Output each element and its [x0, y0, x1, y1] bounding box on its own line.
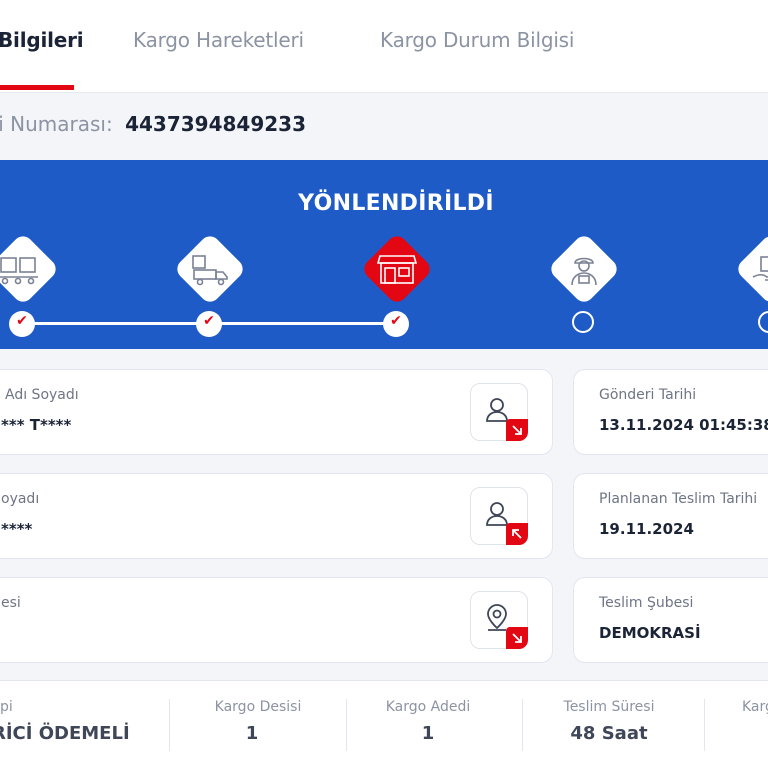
- stat-payment-type-value: RİCİ ÖDEMELİ: [0, 723, 130, 744]
- tab-cargo-status[interactable]: Kargo Durum Bilgisi: [380, 28, 574, 52]
- receiver-value: ****: [1, 520, 33, 538]
- step-3-check-icon: ✔: [383, 311, 409, 337]
- tab-bar: Bilgileri Kargo Hareketleri Kargo Durum …: [0, 0, 768, 93]
- stat-extra-label: Karg: [742, 699, 768, 715]
- sender-card: Adı Soyadı *** T****: [0, 369, 553, 455]
- stat-count-value: 1: [421, 723, 435, 744]
- step-5-pending-circle: [758, 311, 768, 333]
- branch-store-icon: [377, 255, 417, 284]
- status-title: YÖNLENDİRİLDİ: [298, 191, 494, 216]
- step-2-check-icon: ✔: [196, 311, 222, 337]
- sender-detail-button[interactable]: [470, 383, 528, 441]
- ship-date-card: Gönderi Tarihi 13.11.2024 01:45:38: [573, 369, 768, 455]
- step-1-check-icon: ✔: [9, 311, 35, 337]
- receiver-label: oyadı: [1, 491, 40, 507]
- ship-date-label: Gönderi Tarihi: [599, 387, 697, 403]
- tracking-number-value: 4437394849233: [125, 112, 306, 136]
- planned-date-card: Planlanan Teslim Tarihi 19.11.2024: [573, 473, 768, 559]
- sender-value: *** T****: [1, 416, 72, 434]
- boxes-conveyor-icon: [0, 257, 38, 285]
- arrow-down-right-icon: [506, 627, 528, 649]
- branch-location-button[interactable]: [470, 591, 528, 649]
- stat-desi-value: 1: [245, 723, 259, 744]
- progress-line-1: [22, 322, 209, 325]
- status-banner: YÖNLENDİRİLDİ ✔ ✔ ✔: [0, 160, 768, 349]
- planned-date-label: Planlanan Teslim Tarihi: [599, 491, 758, 507]
- tab-info[interactable]: Bilgileri: [0, 28, 84, 52]
- stat-delivery-time-value: 48 Saat: [570, 723, 648, 744]
- delivery-truck-icon: [192, 255, 228, 286]
- receiver-card: oyadı ****: [0, 473, 553, 559]
- hand-package-icon: [752, 256, 768, 281]
- step-4-pending-circle: [572, 311, 594, 333]
- tab-cargo-movements[interactable]: Kargo Hareketleri: [133, 28, 304, 52]
- delivery-branch-value: DEMOKRASİ: [599, 624, 701, 642]
- tracking-number-label: ri Numarası:: [0, 112, 113, 136]
- stat-desi-label: Kargo Desisi: [214, 699, 302, 715]
- branch-label: esi: [1, 595, 21, 611]
- planned-date-value: 19.11.2024: [599, 520, 694, 538]
- shipment-stats: pi RİCİ ÖDEMELİ Kargo Desisi 1 Kargo Ade…: [0, 680, 768, 769]
- stat-payment-type-label: pi: [0, 699, 13, 715]
- stat-delivery-time-label: Teslim Süresi: [563, 699, 655, 715]
- branch-card: esi: [0, 577, 553, 663]
- active-tab-indicator: [0, 85, 74, 90]
- arrow-up-left-icon: [506, 523, 528, 545]
- delivery-branch-label: Teslim Şubesi: [599, 595, 694, 611]
- stat-count-label: Kargo Adedi: [385, 699, 471, 715]
- stat-divider: [704, 699, 705, 751]
- courier-icon: [571, 257, 597, 286]
- progress-line-2: [209, 322, 396, 325]
- ship-date-value: 13.11.2024 01:45:38: [599, 416, 768, 434]
- sender-label: Adı Soyadı: [5, 387, 79, 403]
- arrow-down-right-icon: [506, 419, 528, 441]
- tracking-number-row: ri Numarası: 4437394849233: [0, 112, 306, 136]
- delivery-branch-card: Teslim Şubesi DEMOKRASİ: [573, 577, 768, 663]
- receiver-detail-button[interactable]: [470, 487, 528, 545]
